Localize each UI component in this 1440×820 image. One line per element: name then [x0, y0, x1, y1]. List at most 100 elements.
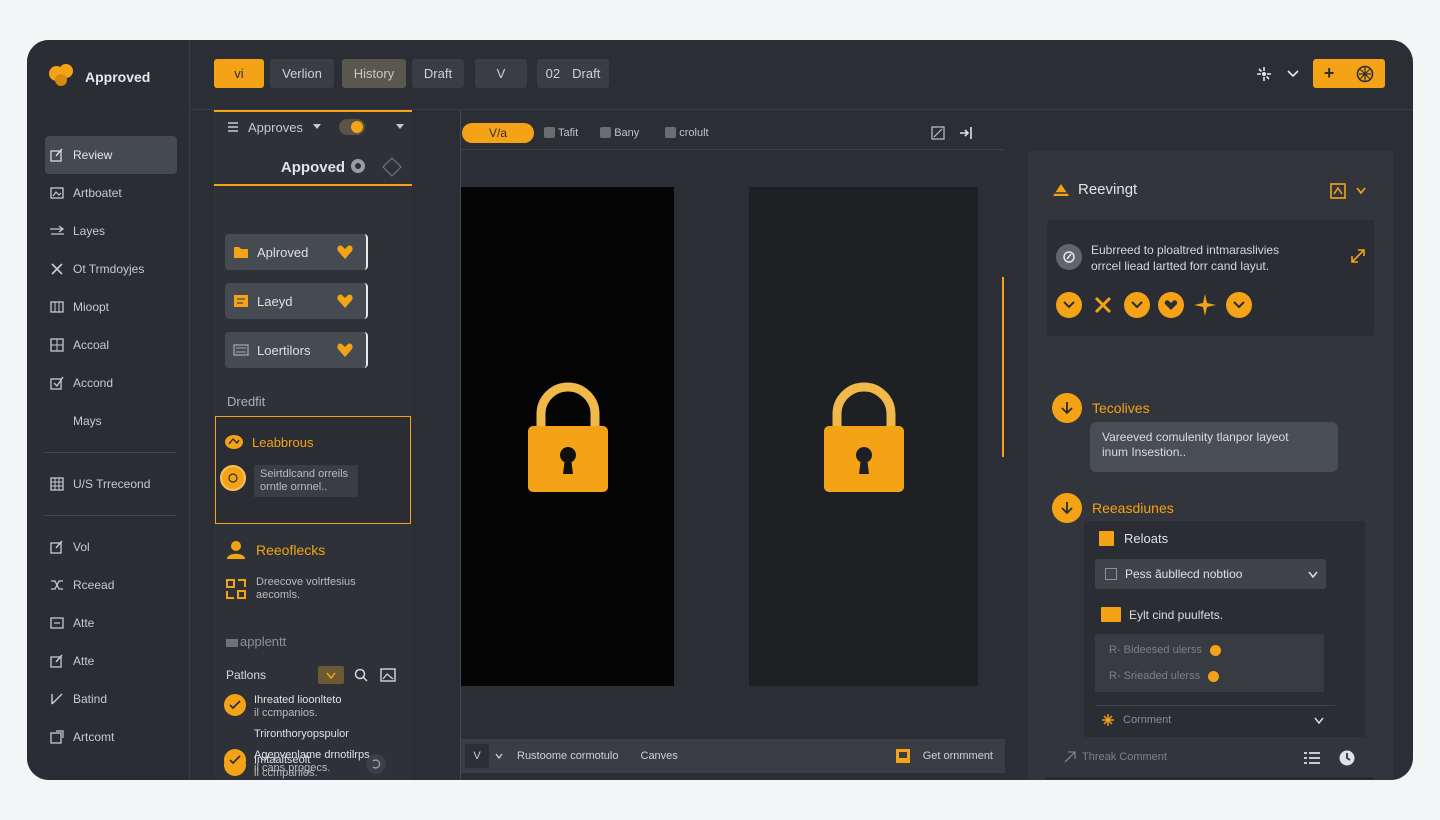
list-item[interactable]: Trironthoryopspulor [254, 728, 349, 741]
tab-version-v1[interactable]: vi [214, 59, 264, 88]
list-item-label: R- Srieaded ulerss [1109, 670, 1201, 682]
sidebar-item-atte[interactable]: Atte [45, 604, 177, 642]
reorders-header[interactable]: Reeoflecks [226, 540, 325, 560]
group-detail: Seirtdlcand orreils orntle ornnel.. [220, 465, 359, 497]
badge-icon [224, 433, 244, 451]
sidebar-item-label: Layes [73, 224, 106, 238]
sidebar-item-atte-2[interactable]: Atte [45, 642, 177, 680]
sidebar-item-batind[interactable]: Batind [45, 680, 177, 718]
menu-icon[interactable] [228, 122, 238, 132]
group-header: Leabbrous [224, 433, 313, 451]
heart-icon[interactable] [336, 293, 354, 309]
panel-header[interactable]: Approves [214, 110, 412, 142]
search-icon[interactable] [354, 668, 368, 682]
logo-icon [49, 64, 77, 90]
sidebar-item-layes[interactable]: Layes [45, 212, 177, 250]
selected-layer-group[interactable]: Leabbrous Seirtdlcand orreils orntle orn… [215, 416, 411, 524]
blank-icon [49, 413, 65, 429]
heart-icon[interactable] [336, 244, 354, 260]
thread-footer[interactable]: Threak Comment [1064, 751, 1167, 763]
get-comment-button[interactable]: Get ornmment [923, 750, 993, 762]
sidebar-item-accoal[interactable]: Accoal [45, 326, 177, 364]
sidebar-item-label: Artboatet [73, 186, 122, 200]
sidebar-item-vol[interactable]: Vol [45, 528, 177, 566]
chevron-down-icon[interactable] [1356, 187, 1366, 194]
step-tecolives[interactable]: Tecolives [1052, 393, 1150, 423]
option-row[interactable]: Eylt cind puulfets. [1101, 607, 1223, 622]
chevron-down-icon[interactable] [1226, 292, 1252, 318]
list-item[interactable]: R- Srieaded ulerss [1109, 670, 1220, 682]
list-item-title: Trironthoryopspulor [254, 728, 349, 740]
comment-dropdown[interactable]: Cornment [1101, 713, 1324, 727]
arrows-icon [49, 223, 65, 239]
checkbox-crolult[interactable]: crolult [665, 126, 709, 139]
step-reeasdiunes[interactable]: Reeasdiunes [1052, 493, 1174, 523]
sidebar-item-trmdoyjes[interactable]: Ot Trmdoyjes [45, 250, 177, 288]
tab-draft-02[interactable]: 02 Draft [537, 59, 609, 88]
view-toggle[interactable]: V/a [462, 122, 534, 143]
list-item[interactable]: Agepvenlame drnotilrps il cans progecs. [224, 749, 370, 775]
checkbox-bany[interactable]: Bany [600, 127, 639, 139]
section-label: Dredfit [227, 394, 266, 409]
settings-icon[interactable] [382, 157, 402, 177]
review-header: Reevingt [1052, 181, 1137, 198]
reorders-text-line: Dreecove volrtfesius [256, 576, 356, 588]
tab-history[interactable]: History [342, 59, 406, 88]
chevron-down-icon[interactable] [396, 124, 404, 130]
bottom-label[interactable]: Canves [641, 750, 678, 762]
export-icon[interactable] [959, 126, 975, 140]
zoom-label: V [473, 750, 481, 762]
layer-card-approved[interactable]: Aplroved [225, 234, 368, 270]
chevron-down-icon[interactable] [495, 753, 503, 759]
version-dropdown[interactable]: V [475, 59, 527, 88]
sidebar-item-trreceond[interactable]: U/S Trreceond [45, 465, 177, 503]
comment-icon[interactable] [895, 748, 911, 764]
sidebar-item-accond[interactable]: Accond [45, 364, 177, 402]
resolutions-panel: Reloats Pess ãubllecd nobtioo Eylt cind … [1084, 521, 1365, 737]
summary-line: orrcel liead lartted forr cand layut. [1091, 259, 1270, 273]
artboard-right[interactable] [749, 187, 978, 686]
chevron-down-icon[interactable] [312, 124, 321, 130]
list-item[interactable]: Ihreated lioonlteto il ccmpanios. [224, 694, 341, 720]
collaborators-icon[interactable] [1255, 65, 1273, 83]
resolution-select[interactable]: Pess ãubllecd nobtioo [1095, 559, 1326, 589]
add-button[interactable]: + [1313, 59, 1385, 88]
chevron-down-icon[interactable] [1287, 69, 1299, 78]
app-window: Approved Review Artboatet Layes Ot Trmdo… [27, 40, 1413, 780]
sidebar-item-mays[interactable]: Mays [45, 402, 177, 440]
crop-icon[interactable] [931, 125, 945, 140]
tab-version[interactable]: Verlion [270, 59, 334, 88]
tab-draft[interactable]: Draft [412, 59, 464, 88]
sidebar-item-label: U/S Trreceond [73, 477, 151, 491]
artboard-left[interactable] [461, 187, 674, 686]
chevron-down-icon[interactable] [1056, 292, 1082, 318]
layer-card-loertilors[interactable]: Loertilors [225, 332, 368, 368]
sidebar-item-artboatet[interactable]: Artboatet [45, 174, 177, 212]
search-icon[interactable] [350, 158, 368, 176]
sparkle-icon[interactable] [1192, 292, 1218, 318]
list-icon[interactable] [1304, 752, 1320, 764]
sidebar-item-artcomt[interactable]: Artcomt [45, 718, 177, 756]
heart-icon[interactable] [1158, 292, 1184, 318]
layer-card-laeyd[interactable]: Laeyd [225, 283, 368, 319]
sidebar-item-review[interactable]: Review [45, 136, 177, 174]
close-icon[interactable] [1090, 292, 1116, 318]
expand-icon[interactable] [1350, 248, 1366, 264]
chevron-down-icon[interactable] [1124, 292, 1150, 318]
sidebar-item-rceead[interactable]: Rceead [45, 566, 177, 604]
clock-icon[interactable] [1338, 749, 1356, 767]
filter-icon[interactable] [1330, 183, 1346, 199]
list-item[interactable]: R- Bideesed ulerss [1109, 644, 1221, 656]
bubble-line: inum Insestion.. [1102, 445, 1187, 459]
zoom-dropdown[interactable]: V [465, 744, 489, 768]
checkbox-label: crolult [679, 126, 709, 139]
visibility-toggle[interactable] [338, 119, 365, 135]
section-label-text: applentt [240, 634, 287, 649]
filter-dropdown[interactable] [318, 666, 345, 684]
grid-icon [49, 337, 65, 353]
checkbox-tafit[interactable]: Tafit [544, 127, 578, 139]
sidebar-item-mioopt[interactable]: Mioopt [45, 288, 177, 326]
group-text-line: Seirtdlcand orreils [260, 468, 349, 480]
heart-icon[interactable] [336, 342, 354, 358]
image-icon[interactable] [380, 668, 396, 682]
